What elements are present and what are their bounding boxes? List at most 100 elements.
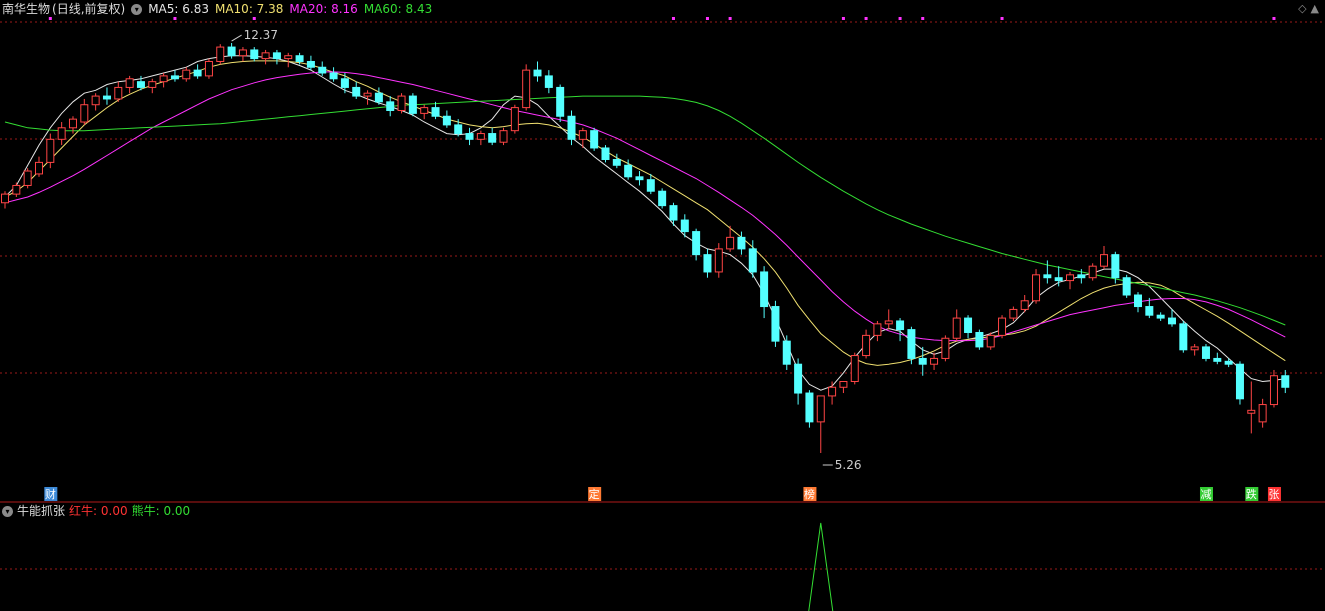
candle-down — [624, 164, 633, 178]
ma20-label: MA20: 8.16 — [289, 2, 358, 16]
ma-line-ma10 — [4, 60, 1286, 366]
candle-down — [442, 115, 451, 126]
candle-up — [182, 69, 191, 80]
candle-up — [522, 69, 531, 109]
candle-up — [46, 138, 55, 163]
candle-down — [431, 107, 440, 117]
stock-name[interactable]: 南华生物 — [2, 2, 50, 16]
candle-down — [227, 46, 236, 57]
candle-up — [862, 334, 871, 357]
candle-up — [159, 75, 168, 83]
candle-down — [1043, 274, 1052, 279]
candle-up — [1066, 274, 1075, 282]
indicator-header: ▾ 牛能抓张 红牛: 0.00 熊牛: 0.00 — [2, 503, 194, 519]
candle-up — [1247, 409, 1256, 414]
candle-down — [1235, 363, 1244, 400]
candle-up — [261, 52, 270, 60]
candle-up — [68, 118, 77, 129]
ma-line-ma5 — [4, 55, 1286, 391]
candle-down — [1134, 294, 1142, 308]
candle-up — [420, 107, 429, 114]
candle-down — [805, 392, 814, 423]
ma5-label: MA5: 6.83 — [148, 2, 209, 16]
candle-down — [408, 95, 417, 114]
candle-down — [907, 329, 916, 359]
event-marker-label: 榜 — [804, 487, 815, 501]
candle-down — [692, 231, 701, 256]
candle-down — [386, 101, 395, 111]
event-marker-label: 跌 — [1246, 487, 1257, 501]
ma-line-ma60 — [4, 95, 1286, 326]
chevron-down-icon[interactable]: ▾ — [2, 506, 13, 517]
candle-up — [998, 317, 1007, 336]
candle-up — [238, 49, 247, 57]
candle-down — [612, 159, 621, 166]
candle-up — [1258, 404, 1267, 423]
candle-up — [873, 323, 882, 336]
ma10-label: MA10: 7.38 — [214, 2, 284, 16]
candle-down — [703, 254, 712, 273]
candle-up — [714, 248, 723, 273]
candle-down — [193, 69, 202, 77]
candle-up — [1190, 346, 1199, 351]
candle-up — [952, 317, 961, 339]
ma-line-ma20 — [4, 71, 1286, 342]
candle-down — [918, 357, 927, 365]
candle-up — [1009, 308, 1018, 319]
chevron-down-icon[interactable]: ▾ — [131, 4, 143, 15]
signal-dot — [48, 17, 52, 20]
candle-up — [1032, 274, 1041, 302]
candle-down — [136, 81, 145, 88]
candle-up — [91, 95, 100, 106]
candle-up — [1088, 265, 1097, 279]
signal-dot — [728, 17, 732, 20]
candle-down — [1201, 346, 1210, 359]
signal-dot — [841, 17, 845, 20]
indicator-spike — [808, 522, 834, 611]
candle-down — [975, 331, 984, 348]
red-bull-value: 红牛: 0.00 — [69, 504, 128, 518]
signal-dot — [1000, 17, 1004, 20]
candle-down — [782, 340, 791, 365]
collapse-up-icon[interactable]: ▲ — [1311, 2, 1319, 15]
candle-up — [1269, 375, 1278, 406]
candle-down — [964, 317, 973, 333]
candle-up — [204, 60, 213, 77]
candle-up — [125, 78, 134, 88]
diamond-icon[interactable]: ◇ — [1298, 2, 1306, 15]
candle-down — [794, 363, 803, 394]
candle-down — [1167, 317, 1176, 325]
candle-up — [363, 92, 372, 97]
candle-down — [1054, 277, 1063, 282]
candle-down — [646, 179, 655, 192]
signal-dot — [898, 17, 902, 20]
candle-up — [839, 381, 848, 388]
candle-down — [329, 72, 338, 80]
candle-up — [114, 86, 123, 100]
candle-down — [352, 86, 361, 97]
candle-down — [1111, 254, 1120, 279]
candle-up — [57, 127, 66, 140]
candle-down — [669, 205, 678, 221]
annotation-pointer — [231, 34, 242, 42]
candle-up — [986, 334, 995, 348]
candle-down — [567, 115, 576, 140]
candle-up — [510, 107, 519, 132]
candle-down — [295, 55, 304, 62]
signal-dot — [864, 17, 868, 20]
signal-dot — [252, 17, 256, 20]
candle-down — [590, 130, 599, 149]
candle-down — [748, 248, 757, 273]
candle-down — [454, 124, 463, 135]
candle-down — [318, 66, 327, 74]
candle-down — [601, 147, 610, 161]
candle-up — [499, 130, 508, 143]
indicator-name[interactable]: 牛能抓张 — [17, 504, 65, 518]
candle-up — [850, 355, 859, 383]
signal-dot — [671, 17, 675, 20]
candle-up — [816, 395, 825, 423]
candle-up — [34, 161, 43, 175]
event-marker-label: 减 — [1200, 488, 1211, 501]
candlestick-chart[interactable]: 12.37 5.26 财 定 榜 减 跌张 — [0, 0, 1325, 611]
candle-down — [533, 69, 542, 77]
